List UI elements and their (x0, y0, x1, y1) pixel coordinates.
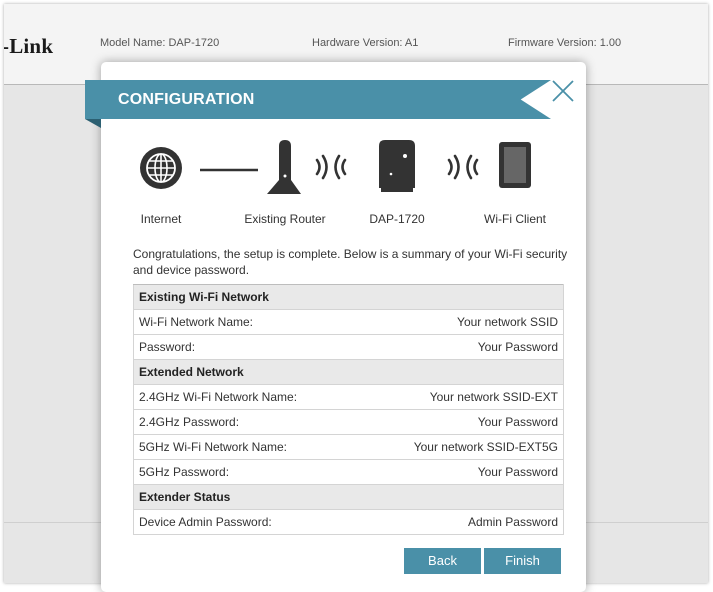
hardware-version: Hardware Version: A1 (312, 37, 419, 49)
section-header: Existing Wi-Fi Network (133, 284, 564, 310)
table-row: Device Admin Password: Admin Password (132, 509, 564, 535)
configuration-dialog: CONFIGURATION Internet Existing Router D… (85, 62, 586, 592)
wifi-signal-icon (315, 154, 347, 180)
row-label: 5GHz Password: (132, 459, 358, 485)
section-header: Extender Status (133, 484, 564, 510)
row-value: Your Password (357, 334, 564, 360)
router-icon (267, 140, 301, 194)
model-name: Model Name: DAP-1720 (100, 37, 220, 49)
wifi-signal-icon (447, 154, 479, 180)
row-label: Password: (132, 334, 358, 360)
row-value: Admin Password (357, 509, 564, 535)
label-internet: Internet (140, 212, 182, 226)
settings-summary-table: Existing Wi-Fi Network Wi-Fi Network Nam… (132, 284, 564, 535)
globe-icon (140, 147, 182, 189)
extender-icon (379, 140, 415, 192)
tablet-icon (499, 142, 531, 188)
table-row: 5GHz Wi-Fi Network Name: Your network SS… (132, 434, 564, 460)
table-row: Password: Your Password (132, 334, 564, 360)
finish-button[interactable]: Finish (484, 548, 561, 574)
row-label: Wi-Fi Network Name: (132, 309, 358, 335)
row-value: Your network SSID (357, 309, 564, 335)
row-label: 2.4GHz Password: (132, 409, 358, 435)
row-value: Your Password (357, 409, 564, 435)
brand-logo: -Link (4, 34, 54, 58)
summary-line-2: and device password. (133, 263, 250, 277)
row-label: 5GHz Wi-Fi Network Name: (132, 434, 358, 460)
table-row: 2.4GHz Password: Your Password (132, 409, 564, 435)
row-value: Your network SSID-EXT (357, 384, 564, 410)
section-heading: Extender Status (133, 484, 564, 510)
section-heading: Existing Wi-Fi Network (133, 284, 564, 310)
label-existing-router: Existing Router (244, 212, 326, 226)
table-row: Wi-Fi Network Name: Your network SSID (132, 309, 564, 335)
section-heading: Extended Network (133, 359, 564, 385)
row-label: 2.4GHz Wi-Fi Network Name: (132, 384, 358, 410)
table-row: 5GHz Password: Your Password (132, 459, 564, 485)
dialog-title: CONFIGURATION (118, 91, 255, 108)
label-wifi-client: Wi-Fi Client (484, 212, 546, 226)
summary-text: Congratulations, the setup is complete. … (133, 246, 568, 278)
firmware-version: Firmware Version: 1.00 (508, 37, 622, 49)
row-value: Your Password (357, 459, 564, 485)
section-header: Extended Network (133, 359, 564, 385)
table-row: 2.4GHz Wi-Fi Network Name: Your network … (132, 384, 564, 410)
label-extender: DAP-1720 (369, 212, 425, 226)
row-label: Device Admin Password: (132, 509, 358, 535)
summary-line-1: Congratulations, the setup is complete. … (133, 247, 568, 261)
back-button[interactable]: Back (404, 548, 481, 574)
close-icon[interactable] (548, 76, 578, 106)
row-value: Your network SSID-EXT5G (357, 434, 564, 460)
banner-fold (85, 119, 101, 128)
